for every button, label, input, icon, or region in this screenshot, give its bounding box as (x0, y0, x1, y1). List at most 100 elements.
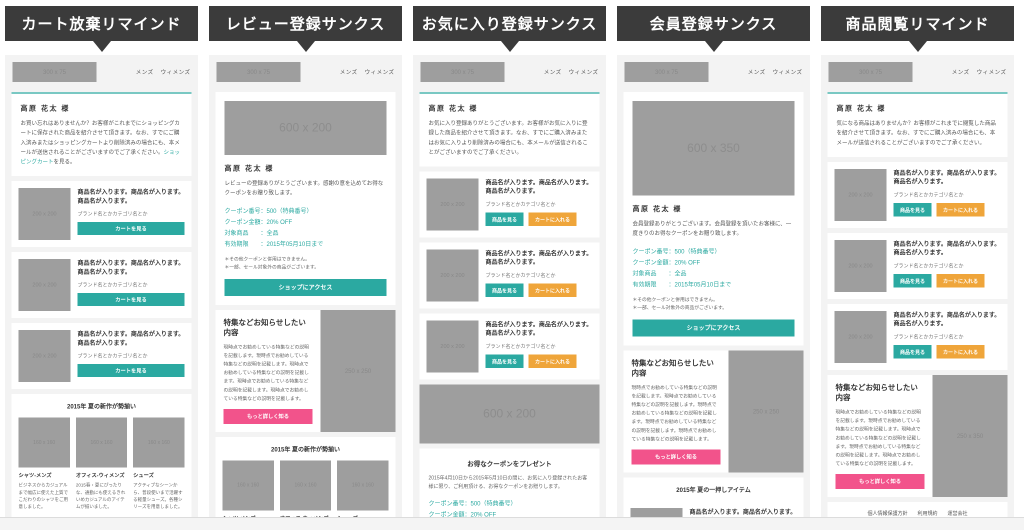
email-preview-favorite-thanks: 300 x 75 メンズ ウィメンズ 高原 花太 様 お気に入り登録ありがとうご… (413, 55, 606, 518)
coupon-intro: 2015年4月10日から2015年5月10日の間に、お気に入り登録されたお客様に… (428, 475, 588, 490)
arrival-item[interactable]: 160 x 160 シャツ-メンズ ビジネスからカジュアルまで幅広に使えた上質で… (18, 417, 70, 511)
product-row: 200 x 200 商品名が入ります。商品名が入ります。商品名が入ります。 ブラ… (827, 303, 1008, 370)
view-cart-button[interactable]: カートを見る (77, 364, 185, 378)
nav-link-mens[interactable]: メンズ (340, 68, 358, 76)
view-cart-button[interactable]: カートを見る (77, 222, 185, 236)
template-columns: カート放棄リマインド 300 x 75 メンズ ウィメンズ 高原 花太 様 お買… (0, 0, 1024, 518)
nav-link-mens[interactable]: メンズ (748, 68, 766, 76)
logo-placeholder: 300 x 75 (12, 62, 97, 82)
column-label-review-thanks: レビュー登録サンクス (209, 6, 402, 41)
product-image-placeholder: 200 x 200 (834, 239, 887, 292)
coupon-amount: クーポン金額：20% OFF (632, 258, 701, 266)
product-title: 商品名が入ります。商品名が入ります。商品名が入ります。 (77, 330, 185, 347)
product-title: 商品名が入ります。商品名が入ります。商品名が入ります。 (77, 188, 185, 205)
feature-body: 現時点でお勧めしている特集などの説明を記載します。現時点でお勧めしている特集など… (835, 409, 921, 467)
nav-link-womens[interactable]: ウィメンズ (977, 68, 1007, 76)
banner-image-placeholder[interactable]: 600 x 200 (419, 384, 600, 444)
nav-link-mens[interactable]: メンズ (952, 68, 970, 76)
column-cart-abandon: カート放棄リマインド 300 x 75 メンズ ウィメンズ 高原 花太 様 お買… (5, 6, 198, 518)
footer-link-privacy[interactable]: 個人情報保護方針 (868, 509, 908, 517)
label-pointer-icon (704, 41, 723, 52)
email-preview-review-thanks: 300 x 75 メンズ ウィメンズ 600 x 200 高原 花太 様 レビュ… (209, 55, 402, 518)
nav-link-womens[interactable]: ウィメンズ (569, 68, 599, 76)
view-cart-button[interactable]: カートを見る (77, 293, 185, 307)
product-brand: ブランド名とかカテゴリ名とか (485, 201, 556, 208)
product-row: 200 x 200 商品名が入ります。商品名が入ります。商品名が入ります。 ブラ… (624, 501, 804, 518)
arrival-item[interactable]: 160 x 160 シューズ アクティブなシーンから、普段使いまで活躍する軽量シ… (133, 417, 185, 511)
product-title: 商品名が入ります。商品名が入ります。商品名が入ります。 (485, 250, 593, 266)
product-image-placeholder: 200 x 200 (834, 310, 887, 363)
product-title: 商品名が入ります。商品名が入ります。商品名が入ります。 (77, 259, 185, 276)
coupon-card: 600 x 350 高原 花太 様 会員登録ありがとうございます。会員登録を頂い… (623, 92, 804, 346)
add-to-cart-button[interactable]: カートに入れる (528, 354, 577, 368)
new-arrivals-section: 2015年 夏の新作が勢揃い 160 x 160 シャツ-メンズ ビジネスからカ… (215, 436, 396, 518)
view-item-button[interactable]: 商品を見る (893, 273, 932, 288)
nav-link-mens[interactable]: メンズ (136, 68, 154, 76)
push-items-section: 2015年 夏の一押しアイテム 200 x 200 商品名が入ります。商品名が入… (623, 477, 804, 518)
product-row: 200 x 200 商品名が入ります。商品名が入ります。商品名が入ります。 ブラ… (11, 252, 192, 319)
arrival-image-placeholder: 160 x 160 (75, 417, 128, 468)
view-item-button[interactable]: 商品を見る (485, 212, 524, 226)
product-brand: ブランド名とかカテゴリ名とか (77, 353, 148, 360)
arrival-desc: 2015春・夏にぴったりな、通勤にも使えるきれいめカジュアルのアイテムが揃いまし… (75, 482, 126, 510)
greeting-name: 高原 花太 様 (632, 204, 682, 213)
arrival-item[interactable]: 160 x 160 オフィス-ウィメンズ 2015春・夏にぴったりな、通勤にも使… (279, 460, 332, 518)
feature-title: 特集などお知らせしたい内容 (223, 318, 306, 337)
coupon-present-title: お得なクーポンをプレゼント (467, 460, 552, 468)
add-to-cart-button[interactable]: カートに入れる (936, 273, 985, 288)
view-item-button[interactable]: 商品を見る (893, 202, 932, 217)
nav-link-womens[interactable]: ウィメンズ (773, 68, 803, 76)
shop-access-button[interactable]: ショップにアクセス (632, 319, 795, 337)
greeting-card: 高原 花太 様 お気に入り登録ありがとうございます。お客様がお気に入りに登録した… (419, 92, 600, 167)
add-to-cart-button[interactable]: カートに入れる (936, 344, 985, 359)
view-item-button[interactable]: 商品を見る (893, 344, 932, 359)
greeting-card: 高原 花太 様 お買い忘れはありませんか？お客様がこれまでにショッピングカートに… (11, 92, 192, 177)
coupon-target: 対象商品 ：全品 (632, 269, 687, 277)
arrival-name: シューズ (133, 472, 154, 479)
greeting-name: 高原 花太 様 (224, 164, 274, 172)
nav-link-womens[interactable]: ウィメンズ (161, 68, 191, 76)
add-to-cart-button[interactable]: カートに入れる (528, 212, 577, 226)
product-row: 200 x 200 商品名が入ります。商品名が入ります。商品名が入ります。 ブラ… (419, 313, 600, 380)
product-title: 商品名が入ります。商品名が入ります。商品名が入ります。 (893, 311, 1001, 328)
arrival-item[interactable]: 160 x 160 オフィス-ウィメンズ 2015春・夏にぴったりな、通勤にも使… (75, 417, 128, 511)
nav-link-mens[interactable]: メンズ (544, 68, 562, 76)
footer-link-company[interactable]: 運営会社 (948, 509, 968, 517)
email-template-gallery: カート放棄リマインド 300 x 75 メンズ ウィメンズ 高原 花太 様 お買… (0, 0, 1024, 530)
learn-more-button[interactable]: もっと詳しく知る (631, 449, 721, 465)
view-item-button[interactable]: 商品を見る (485, 354, 524, 368)
coupon-number: クーポン番号：500（特典番号） (428, 500, 517, 507)
view-item-button[interactable]: 商品を見る (485, 283, 524, 297)
page-bottom-band (0, 517, 1024, 530)
intro-body: お買い忘れはありませんか？お客様がこれまでにショッピングカートに保存された商品を… (20, 120, 180, 156)
learn-more-button[interactable]: もっと詳しく知る (835, 473, 925, 489)
learn-more-button[interactable]: もっと詳しく知る (223, 408, 313, 424)
feature-image-placeholder: 250 x 250 (728, 350, 804, 473)
column-member-thanks: 会員登録サンクス 300 x 75 メンズ ウィメンズ 600 x 350 高原… (617, 6, 810, 518)
add-to-cart-button[interactable]: カートに入れる (936, 202, 985, 217)
product-brand: ブランド名とかカテゴリ名とか (77, 282, 148, 289)
logo-placeholder: 300 x 75 (624, 62, 709, 82)
email-preview-member-thanks: 300 x 75 メンズ ウィメンズ 600 x 350 高原 花太 様 会員登… (617, 55, 810, 518)
greeting-card: 高原 花太 様 気になる商品はありませんか？お客様がこれまでに閲覧した商品を紹介… (827, 92, 1008, 157)
arrival-image-placeholder: 160 x 160 (222, 460, 274, 511)
product-brand: ブランド名とかカテゴリ名とか (77, 211, 148, 218)
greeting-name: 高原 花太 様 (428, 104, 478, 112)
product-row: 200 x 200 商品名が入ります。商品名が入ります。商品名が入ります。 ブラ… (11, 181, 192, 248)
intro-text: お買い忘れはありませんか？お客様がこれまでにショッピングカートに保存された商品を… (21, 119, 183, 167)
label-pointer-icon (92, 41, 111, 52)
arrival-item[interactable]: 160 x 160 シャツ-メンズ ビジネスからカジュアルまで幅広に使えた上質で… (222, 460, 274, 518)
add-to-cart-button[interactable]: カートに入れる (528, 283, 577, 297)
nav-link-womens[interactable]: ウィメンズ (365, 68, 395, 76)
shop-access-button[interactable]: ショップにアクセス (224, 278, 387, 296)
arrival-item[interactable]: 160 x 160 シューズ アクティブなシーンから、普段使いまで活躍する軽量シ… (337, 460, 389, 518)
footer-link-terms[interactable]: 利用規約 (918, 509, 938, 517)
arrival-image-placeholder: 160 x 160 (337, 460, 389, 511)
product-row: 200 x 200 商品名が入ります。商品名が入ります。商品名が入ります。 ブラ… (827, 232, 1008, 299)
product-image-placeholder: 200 x 200 (18, 330, 71, 383)
logo-placeholder: 300 x 75 (216, 62, 301, 82)
feature-title: 特集などお知らせしたい内容 (631, 358, 714, 378)
coupon-notes: ＊その他クーポンと併用はできません。 ＊一部、セール対象外の商品がございます。 (633, 296, 795, 312)
arrival-image-placeholder: 160 x 160 (133, 417, 185, 468)
email-preview-browse-reminder: 300 x 75 メンズ ウィメンズ 高原 花太 様 気になる商品はありませんか… (821, 55, 1014, 518)
